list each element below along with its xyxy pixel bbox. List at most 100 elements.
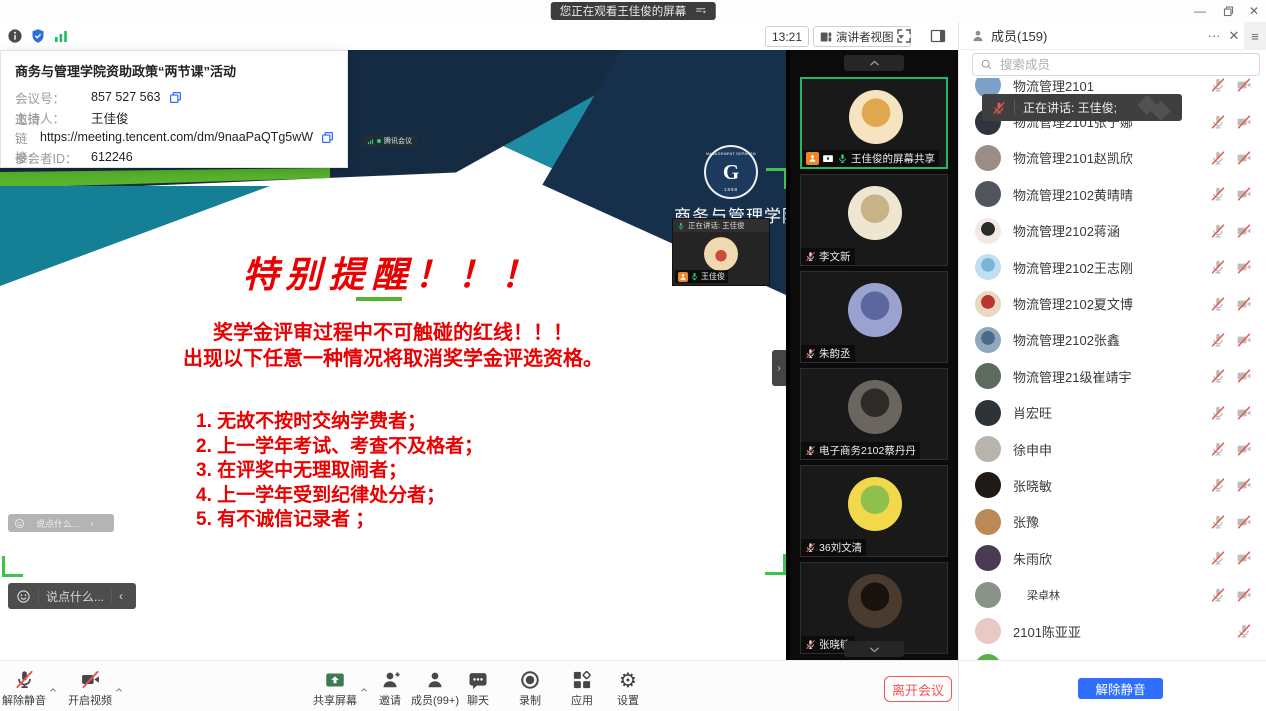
chat-placeholder[interactable]: 说点什么... — [46, 588, 104, 605]
meeting-info-popup: 商务与管理学院资助政策“两节课”活动 会议号： 857 527 563 主持人：… — [0, 50, 348, 168]
meeting-title: 商务与管理学院资助政策“两节课”活动 — [15, 61, 333, 80]
restore-icon — [1222, 5, 1235, 18]
toolbar-label: 设置 — [617, 692, 639, 708]
security-shield-icon[interactable] — [30, 28, 46, 44]
close-panel-button[interactable]: ✕ — [1224, 28, 1244, 44]
mic-muted-icon — [1210, 186, 1226, 202]
video-tile[interactable]: 朱韵丞 — [800, 271, 948, 363]
host-badge-icon — [806, 152, 819, 165]
side-panel-toggle[interactable] — [930, 28, 946, 44]
restore-button[interactable] — [1214, 0, 1242, 22]
video-tile[interactable]: 王佳俊的屏幕共享 — [800, 77, 948, 169]
emoji-icon[interactable] — [16, 589, 31, 604]
close-button[interactable]: ✕ — [1240, 0, 1266, 22]
participant-name: 王佳俊的屏幕共享 — [851, 151, 935, 166]
toolbar-record-button[interactable]: 录制 — [502, 668, 558, 708]
collapse-chat-icon[interactable]: ‹ — [119, 589, 123, 603]
mic-muted-icon — [1210, 550, 1226, 566]
meeting-info-icon[interactable] — [7, 28, 23, 44]
camera-off-icon — [1236, 514, 1252, 530]
more-options-button[interactable]: ··· — [1204, 28, 1224, 43]
mic-muted-icon — [1210, 514, 1226, 530]
member-row[interactable]: 物流管理21级崔靖宇 — [959, 358, 1266, 394]
copy-icon[interactable] — [321, 131, 334, 144]
expand-caret[interactable] — [114, 685, 124, 695]
mic-muted-icon — [1210, 259, 1226, 275]
toolbar-cam-off-button[interactable]: 开启视频 — [62, 668, 118, 708]
video-tile[interactable]: 电子商务2102蔡丹丹 — [800, 368, 948, 460]
video-tile[interactable]: 李文新 — [800, 174, 948, 266]
toolbar-label: 共享屏幕 — [313, 692, 357, 708]
member-row[interactable] — [959, 649, 1266, 660]
avatar — [975, 145, 1001, 171]
avatar — [848, 477, 902, 531]
member-row[interactable]: 张晓敏 — [959, 467, 1266, 503]
rule-item: 3. 在评奖中无理取闹者； — [196, 459, 483, 484]
toolbar-settings-button[interactable]: ⚙ 设置 — [600, 668, 656, 708]
chat-icon — [468, 668, 488, 690]
member-row[interactable]: 物流管理2102张鑫 — [959, 322, 1266, 358]
mic-muted-icon — [992, 101, 1006, 115]
cam-off-icon — [80, 668, 101, 690]
member-row[interactable]: 张豫 — [959, 504, 1266, 540]
mic-muted-icon — [1210, 223, 1226, 239]
scroll-up-button[interactable] — [844, 55, 904, 71]
camera-off-icon — [1236, 332, 1252, 348]
toolbar-label: 聊天 — [467, 692, 489, 708]
member-row[interactable]: 2101陈亚亚 — [959, 613, 1266, 649]
layout-switch-icon[interactable] — [694, 5, 706, 17]
members-panel: 物流管理2101 物流管理2101张宁娜 物流管理2101赵凯欣 物流管理210… — [958, 50, 1266, 660]
member-row[interactable]: 梁卓林 — [959, 576, 1266, 612]
members-icon — [971, 29, 985, 43]
quick-chat-widget[interactable]: 说点什么... ‹ — [8, 583, 136, 609]
mic-muted-icon — [1210, 368, 1226, 384]
fullscreen-button[interactable] — [896, 28, 912, 44]
video-tile[interactable]: 36刘文清 — [800, 465, 948, 557]
camera-off-icon — [1236, 587, 1252, 603]
toolbar-mic-muted-button[interactable]: 解除静音 — [0, 668, 52, 708]
mic-muted-icon — [805, 639, 816, 650]
member-row[interactable]: 物流管理2101赵凯欣 — [959, 140, 1266, 176]
avatar — [975, 291, 1001, 317]
avatar — [975, 400, 1001, 426]
screen-share-icon — [822, 153, 834, 165]
member-search-box[interactable] — [972, 53, 1260, 76]
speaking-header: 正在讲话: 王佳俊 — [688, 220, 745, 231]
speaker-view-icon — [820, 31, 832, 43]
unmute-button[interactable]: 解除静音 — [1078, 678, 1163, 699]
member-row[interactable]: 朱雨欣 — [959, 540, 1266, 576]
member-name: 张豫 — [1013, 512, 1210, 531]
mic-muted-icon — [1210, 296, 1226, 312]
watching-banner-text: 您正在观看王佳俊的屏幕 — [560, 3, 687, 19]
member-row[interactable]: 徐申申 — [959, 431, 1266, 467]
chat-bubble-ghost: 说点什么... ‹ — [8, 514, 114, 532]
leave-meeting-button[interactable]: 离开会议 — [884, 676, 952, 702]
network-signal-icon[interactable] — [53, 28, 69, 44]
meeting-info-row: 主持人： 王佳俊 — [15, 107, 333, 127]
toolbar-screen-share-button[interactable]: 共享屏幕 — [307, 668, 363, 708]
scroll-down-button[interactable] — [844, 641, 904, 657]
member-name: 2101陈亚亚 — [1013, 622, 1236, 641]
expand-caret[interactable] — [48, 685, 58, 695]
copy-icon[interactable] — [169, 91, 182, 104]
participant-name: 李文新 — [819, 249, 851, 264]
member-row[interactable]: 肖宏旺 — [959, 395, 1266, 431]
member-row[interactable]: 物流管理2102王志刚 — [959, 249, 1266, 285]
panel-menu-button[interactable]: ≡ — [1244, 22, 1266, 50]
floating-speaker-video[interactable]: 正在讲话: 王佳俊 王佳俊 — [672, 218, 770, 286]
mic-on-icon — [690, 272, 699, 281]
minimize-button[interactable]: — — [1186, 0, 1214, 22]
member-row[interactable]: 物流管理2102黄晴晴 — [959, 176, 1266, 212]
member-row[interactable]: 物流管理2102蒋涵 — [959, 213, 1266, 249]
member-name: 物流管理2102黄晴晴 — [1013, 185, 1210, 204]
toolbar-chat-button[interactable]: 聊天 — [450, 668, 506, 708]
search-input[interactable] — [998, 57, 1252, 73]
member-row[interactable]: 物流管理2102夏文博 — [959, 285, 1266, 321]
video-strip-collapse-tab[interactable]: › — [772, 350, 786, 386]
mic-muted-icon — [805, 542, 816, 553]
participant-name: 电子商务2102蔡丹丹 — [819, 443, 916, 458]
toolbar-label: 开启视频 — [68, 692, 112, 708]
record-icon — [520, 668, 540, 690]
green-corner-bracket — [2, 556, 23, 577]
rule-item: 1. 无故不按时交纳学费者； — [196, 410, 483, 435]
